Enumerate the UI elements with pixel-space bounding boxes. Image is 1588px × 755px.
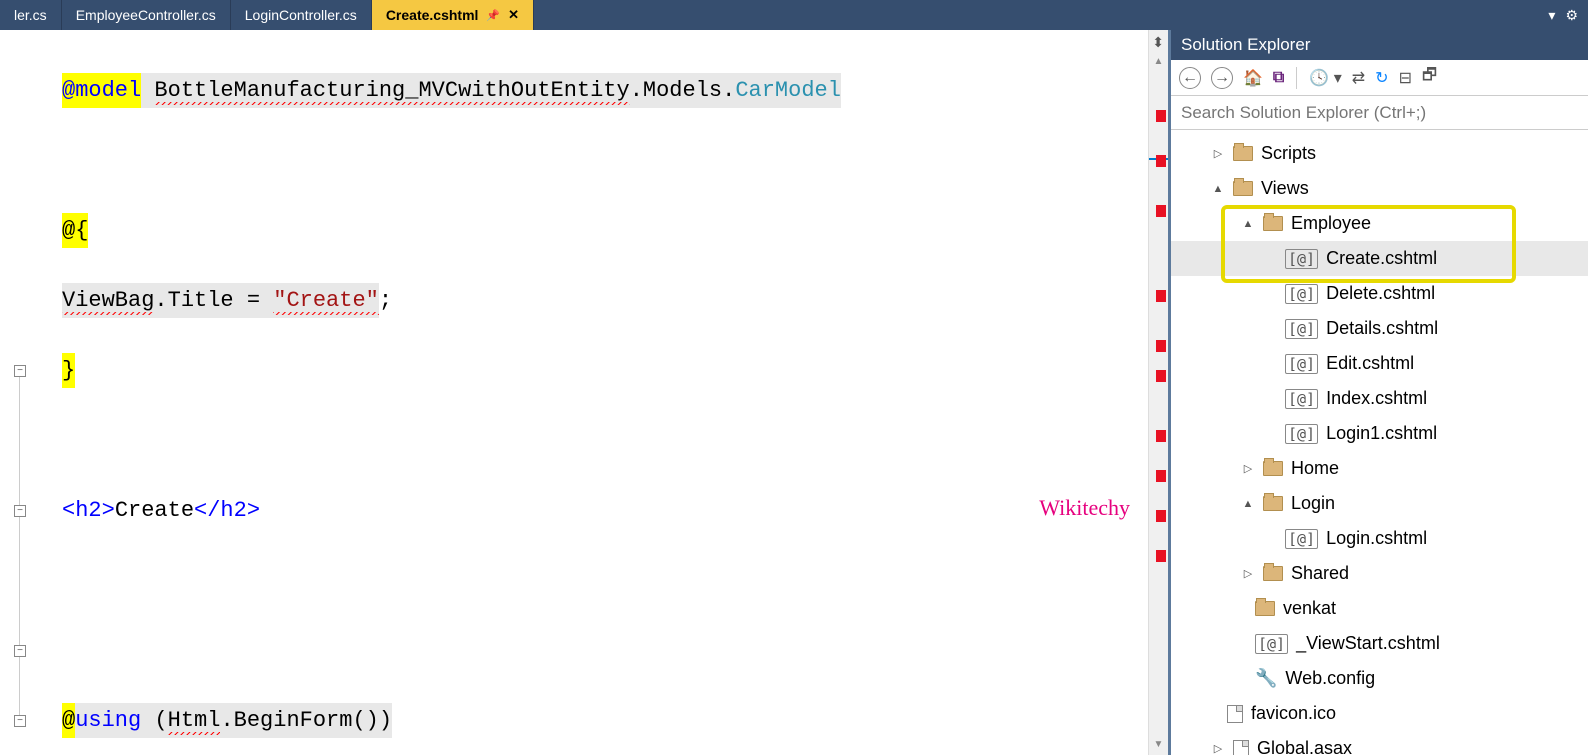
home-icon[interactable]: 🏠 [1243, 68, 1263, 88]
tab-file-2[interactable]: EmployeeController.cs [62, 0, 231, 30]
razor-icon: [@] [1285, 354, 1318, 374]
fold-toggle[interactable]: − [14, 645, 26, 657]
config-icon: 🔧 [1255, 668, 1277, 689]
tab-label: Create.cshtml [386, 7, 479, 23]
tree-file-favicon[interactable]: favicon.ico [1171, 696, 1588, 731]
folder-icon [1233, 146, 1253, 161]
swap-icon[interactable]: ⇄ [1352, 68, 1365, 88]
search-input[interactable] [1171, 96, 1588, 129]
tree-file-edit[interactable]: [@]Edit.cshtml [1171, 346, 1588, 381]
tree-folder-shared[interactable]: Shared [1171, 556, 1588, 591]
folder-icon [1233, 181, 1253, 196]
scroll-down-icon[interactable]: ▼ [1149, 735, 1168, 753]
vertical-scrollbar[interactable]: ⬍ ▲ ▼ [1148, 30, 1168, 755]
gear-icon[interactable]: ⚙ [1565, 7, 1578, 24]
tab-overflow-icon[interactable]: ▾ [1548, 7, 1555, 24]
properties-icon[interactable]: 🗗 [1422, 64, 1437, 91]
solution-explorer: Solution Explorer ← → 🏠 ⧉ 🕓 ▾ ⇄ ↻ ⊟ 🗗 Sc… [1168, 30, 1588, 755]
folder-icon [1263, 566, 1283, 581]
panel-title: Solution Explorer [1171, 30, 1588, 60]
tree-file-details[interactable]: [@]Details.cshtml [1171, 311, 1588, 346]
razor-icon: [@] [1285, 529, 1318, 549]
tree-file-webconfig[interactable]: 🔧Web.config [1171, 661, 1588, 696]
back-icon[interactable]: ← [1179, 67, 1201, 89]
folder-icon [1255, 601, 1275, 616]
tab-file-1[interactable]: ler.cs [0, 0, 62, 30]
razor-icon: [@] [1285, 249, 1318, 269]
forward-icon[interactable]: → [1211, 67, 1233, 89]
folder-icon [1263, 461, 1283, 476]
solution-search[interactable] [1171, 96, 1588, 130]
code-editor[interactable]: − − − − @model BottleManufacturing_MVCwi… [0, 30, 1168, 755]
razor-icon: [@] [1285, 389, 1318, 409]
tab-label: ler.cs [14, 7, 47, 23]
tab-label: LoginController.cs [245, 7, 357, 23]
tree-file-login1[interactable]: [@]Login1.cshtml [1171, 416, 1588, 451]
tree-file-create[interactable]: [@]Create.cshtml [1171, 241, 1588, 276]
folder-icon [1263, 216, 1283, 231]
collapse-icon[interactable]: ⊟ [1399, 68, 1412, 88]
solution-toolbar: ← → 🏠 ⧉ 🕓 ▾ ⇄ ↻ ⊟ 🗗 [1171, 60, 1588, 96]
tab-bar: ler.cs EmployeeController.cs LoginContro… [0, 0, 1588, 30]
tree-folder-login[interactable]: ▲Login [1171, 486, 1588, 521]
sync-icon[interactable]: 🕓 ▾ [1309, 68, 1341, 88]
pin-icon[interactable]: 📌 [486, 9, 500, 22]
tree-folder-venkat[interactable]: venkat [1171, 591, 1588, 626]
tree-folder-home[interactable]: Home [1171, 451, 1588, 486]
file-icon [1227, 705, 1243, 723]
razor-icon: [@] [1285, 284, 1318, 304]
tree-file-loginfile[interactable]: [@]Login.cshtml [1171, 521, 1588, 556]
tree-file-index[interactable]: [@]Index.cshtml [1171, 381, 1588, 416]
tree-file-viewstart[interactable]: [@]_ViewStart.cshtml [1171, 626, 1588, 661]
folder-icon [1263, 496, 1283, 511]
file-icon [1233, 740, 1249, 755]
fold-toggle[interactable]: − [14, 365, 26, 377]
vs-icon[interactable]: ⧉ [1273, 69, 1284, 87]
code-content[interactable]: @model BottleManufacturing_MVCwithOutEnt… [40, 30, 1148, 755]
razor-icon: [@] [1285, 424, 1318, 444]
fold-toggle[interactable]: − [14, 505, 26, 517]
tree-folder-scripts[interactable]: Scripts [1171, 136, 1588, 171]
fold-toggle[interactable]: − [14, 715, 26, 727]
close-icon[interactable]: ✕ [508, 7, 519, 23]
tree-folder-employee[interactable]: ▲Employee [1171, 206, 1588, 241]
tree-file-delete[interactable]: [@]Delete.cshtml [1171, 276, 1588, 311]
tree-folder-views[interactable]: ▲Views [1171, 171, 1588, 206]
tab-file-active[interactable]: Create.cshtml 📌 ✕ [372, 0, 534, 30]
razor-icon: [@] [1285, 319, 1318, 339]
watermark: Wikitechy [1039, 495, 1130, 521]
refresh-icon[interactable]: ↻ [1375, 68, 1388, 88]
tree-file-global[interactable]: Global.asax [1171, 731, 1588, 755]
tab-label: EmployeeController.cs [76, 7, 216, 23]
tab-file-3[interactable]: LoginController.cs [231, 0, 372, 30]
razor-icon: [@] [1255, 634, 1288, 654]
solution-tree: Scripts ▲Views ▲Employee [@]Create.cshtm… [1171, 130, 1588, 755]
